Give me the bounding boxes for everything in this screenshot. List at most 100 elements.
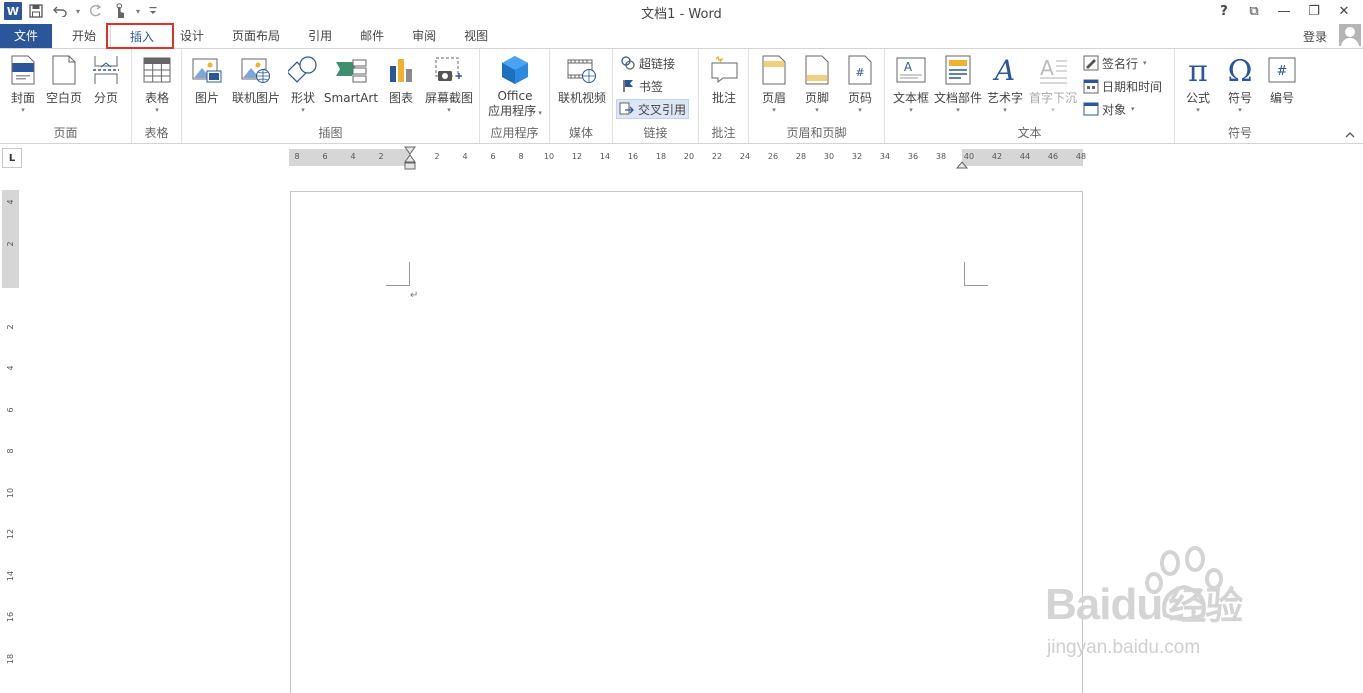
smartart-button[interactable]: SmartArt <box>324 53 378 123</box>
shapes-button[interactable]: 形状 ▾ <box>286 53 320 123</box>
paragraph-mark[interactable]: ↵ <box>410 290 418 301</box>
tab-page-layout[interactable]: 页面布局 <box>218 24 294 48</box>
group-illustrations: 图片 联机图片 形状 ▾ SmartArt 图表 屏幕截图 ▾ 插图 <box>182 49 480 143</box>
tab-mailings[interactable]: 邮件 <box>346 24 398 48</box>
ruler-tick: 40 <box>963 152 975 161</box>
cover-page-button[interactable]: 封面 ▾ <box>6 53 40 123</box>
picture-label: 图片 <box>194 91 219 105</box>
group-text: A 文本框 ▾ 文档部件 ▾ A 艺术字 ▾ A 首字下沉 ▾ 签名行 ▾ 日期… <box>885 49 1175 143</box>
tab-review[interactable]: 审阅 <box>398 24 450 48</box>
footer-button[interactable]: 页脚 ▾ <box>800 53 834 123</box>
table-button[interactable]: 表格 ▾ <box>140 53 174 123</box>
vruler-tick: 8 <box>6 448 15 454</box>
undo-icon[interactable] <box>50 2 70 20</box>
picture-button[interactable]: 图片 <box>190 53 224 123</box>
ruler-tick: 32 <box>851 152 863 161</box>
wordart-button[interactable]: A 艺术字 ▾ <box>985 53 1025 123</box>
wordart-caret-icon: ▾ <box>1003 106 1007 114</box>
ribbon-display-options-button[interactable]: ⧉ <box>1239 1 1269 21</box>
tab-insert[interactable]: 插入 <box>110 24 175 49</box>
quick-parts-button[interactable]: 文档部件 ▾ <box>933 53 983 123</box>
touch-dropdown-icon[interactable]: ▾ <box>134 2 142 20</box>
horizontal-ruler-area: L 8 6 4 2 2 4 6 8 10 12 14 16 18 20 22 24 26 28 30 32 34 36 38… <box>0 145 1363 171</box>
group-tables-label: 表格 <box>144 126 169 140</box>
drop-cap-button[interactable]: A 首字下沉 ▾ <box>1027 53 1079 123</box>
page-number-button[interactable]: # 页码 ▾ <box>843 53 877 123</box>
header-button[interactable]: 页眉 ▾ <box>757 53 791 123</box>
shapes-caret-icon: ▾ <box>301 106 305 114</box>
avatar[interactable] <box>1339 24 1361 46</box>
indent-marker-icon[interactable] <box>404 146 416 172</box>
online-picture-icon <box>240 53 272 87</box>
signature-line-caret-icon: ▾ <box>1143 59 1147 67</box>
numbering-button[interactable]: # 编号 <box>1265 53 1299 123</box>
svg-text:A: A <box>992 55 1015 85</box>
hyperlink-button[interactable]: 超链接 <box>618 53 677 73</box>
horizontal-ruler[interactable]: 8 6 4 2 2 4 6 8 10 12 14 16 18 20 22 24 26 28 30 32 34 36 38 40… <box>289 146 1086 170</box>
group-comments-label: 批注 <box>711 126 736 140</box>
group-pages-label: 页面 <box>53 126 78 140</box>
chart-button[interactable]: 图表 <box>384 53 418 123</box>
bookmark-button[interactable]: 书签 <box>618 76 665 96</box>
restore-button[interactable]: ❐ <box>1299 1 1329 21</box>
undo-dropdown-icon[interactable]: ▾ <box>74 2 82 20</box>
cover-page-caret-icon: ▾ <box>21 106 25 114</box>
tab-design[interactable]: 设计 <box>174 24 218 48</box>
minimize-button[interactable]: — <box>1269 1 1299 21</box>
symbol-label: 符号 <box>1227 91 1252 105</box>
ruler-tick: 6 <box>322 152 328 161</box>
symbol-button[interactable]: Ω 符号 ▾ <box>1223 53 1257 123</box>
vruler-tick: 16 <box>6 611 15 623</box>
vertical-ruler[interactable]: 4 2 2 4 6 8 10 12 14 16 18 <box>2 190 19 693</box>
group-symbols: π 公式 ▾ Ω 符号 ▾ # 编号 符号 <box>1175 49 1305 143</box>
blank-page-label: 空白页 <box>45 91 82 105</box>
group-apps: Office 应用程序 ▾ 应用程序 <box>480 49 550 143</box>
equation-button[interactable]: π 公式 ▾ <box>1181 53 1215 123</box>
object-caret-icon: ▾ <box>1131 105 1135 113</box>
help-button[interactable]: ? <box>1209 1 1239 21</box>
vruler-tick: 18 <box>6 653 15 664</box>
ruler-tick: 12 <box>571 152 583 161</box>
svg-text:Ω: Ω <box>1228 55 1253 85</box>
screenshot-label: 屏幕截图 <box>424 91 473 105</box>
group-links-label: 链接 <box>643 126 668 140</box>
group-comments: 批注 批注 <box>699 49 749 143</box>
customize-qat-icon[interactable] <box>146 2 160 20</box>
tab-selector[interactable]: L <box>2 148 22 168</box>
signin-link[interactable]: 登录 <box>1303 28 1327 45</box>
redo-icon[interactable] <box>86 2 106 20</box>
link-icon <box>620 55 636 71</box>
object-button[interactable]: 对象 ▾ <box>1081 99 1137 119</box>
ruler-tick: 22 <box>711 152 723 161</box>
page-break-icon <box>90 53 122 87</box>
page-break-button[interactable]: 分页 <box>88 53 124 123</box>
tab-references[interactable]: 引用 <box>294 24 346 48</box>
screenshot-button[interactable]: 屏幕截图 ▾ <box>422 53 476 123</box>
blank-page-button[interactable]: 空白页 <box>44 53 84 123</box>
document-page[interactable]: ↵ <box>290 191 1083 693</box>
word-app-icon[interactable]: W <box>4 2 22 20</box>
collapse-ribbon-icon[interactable] <box>1345 130 1355 141</box>
office-apps-button[interactable]: Office 应用程序 ▾ <box>484 53 546 123</box>
tab-home[interactable]: 开始 <box>52 24 110 48</box>
textbox-button[interactable]: A 文本框 ▾ <box>889 53 933 123</box>
right-indent-marker-icon[interactable] <box>956 161 968 169</box>
crop-mark-top-right <box>964 262 988 286</box>
save-icon[interactable] <box>26 2 46 20</box>
textbox-icon: A <box>895 53 927 87</box>
cross-reference-button[interactable]: 交叉引用 <box>616 99 690 119</box>
document-canvas: ↵ <box>22 172 1363 693</box>
tab-view[interactable]: 视图 <box>450 24 502 48</box>
tab-file[interactable]: 文件 <box>0 24 52 48</box>
table-label: 表格 <box>144 91 169 105</box>
close-button[interactable]: ✕ <box>1329 1 1359 21</box>
signature-line-label: 签名行 <box>1102 56 1139 71</box>
date-time-button[interactable]: 日期和时间 <box>1081 76 1164 96</box>
comment-button[interactable]: 批注 <box>707 53 741 123</box>
online-picture-button[interactable]: 联机图片 <box>230 53 282 123</box>
ruler-tick: 36 <box>907 152 919 161</box>
touch-mode-icon[interactable] <box>110 2 130 20</box>
signature-line-button[interactable]: 签名行 ▾ <box>1081 53 1149 73</box>
online-video-button[interactable]: 联机视频 <box>554 53 610 123</box>
symbol-caret-icon: ▾ <box>1238 106 1242 114</box>
